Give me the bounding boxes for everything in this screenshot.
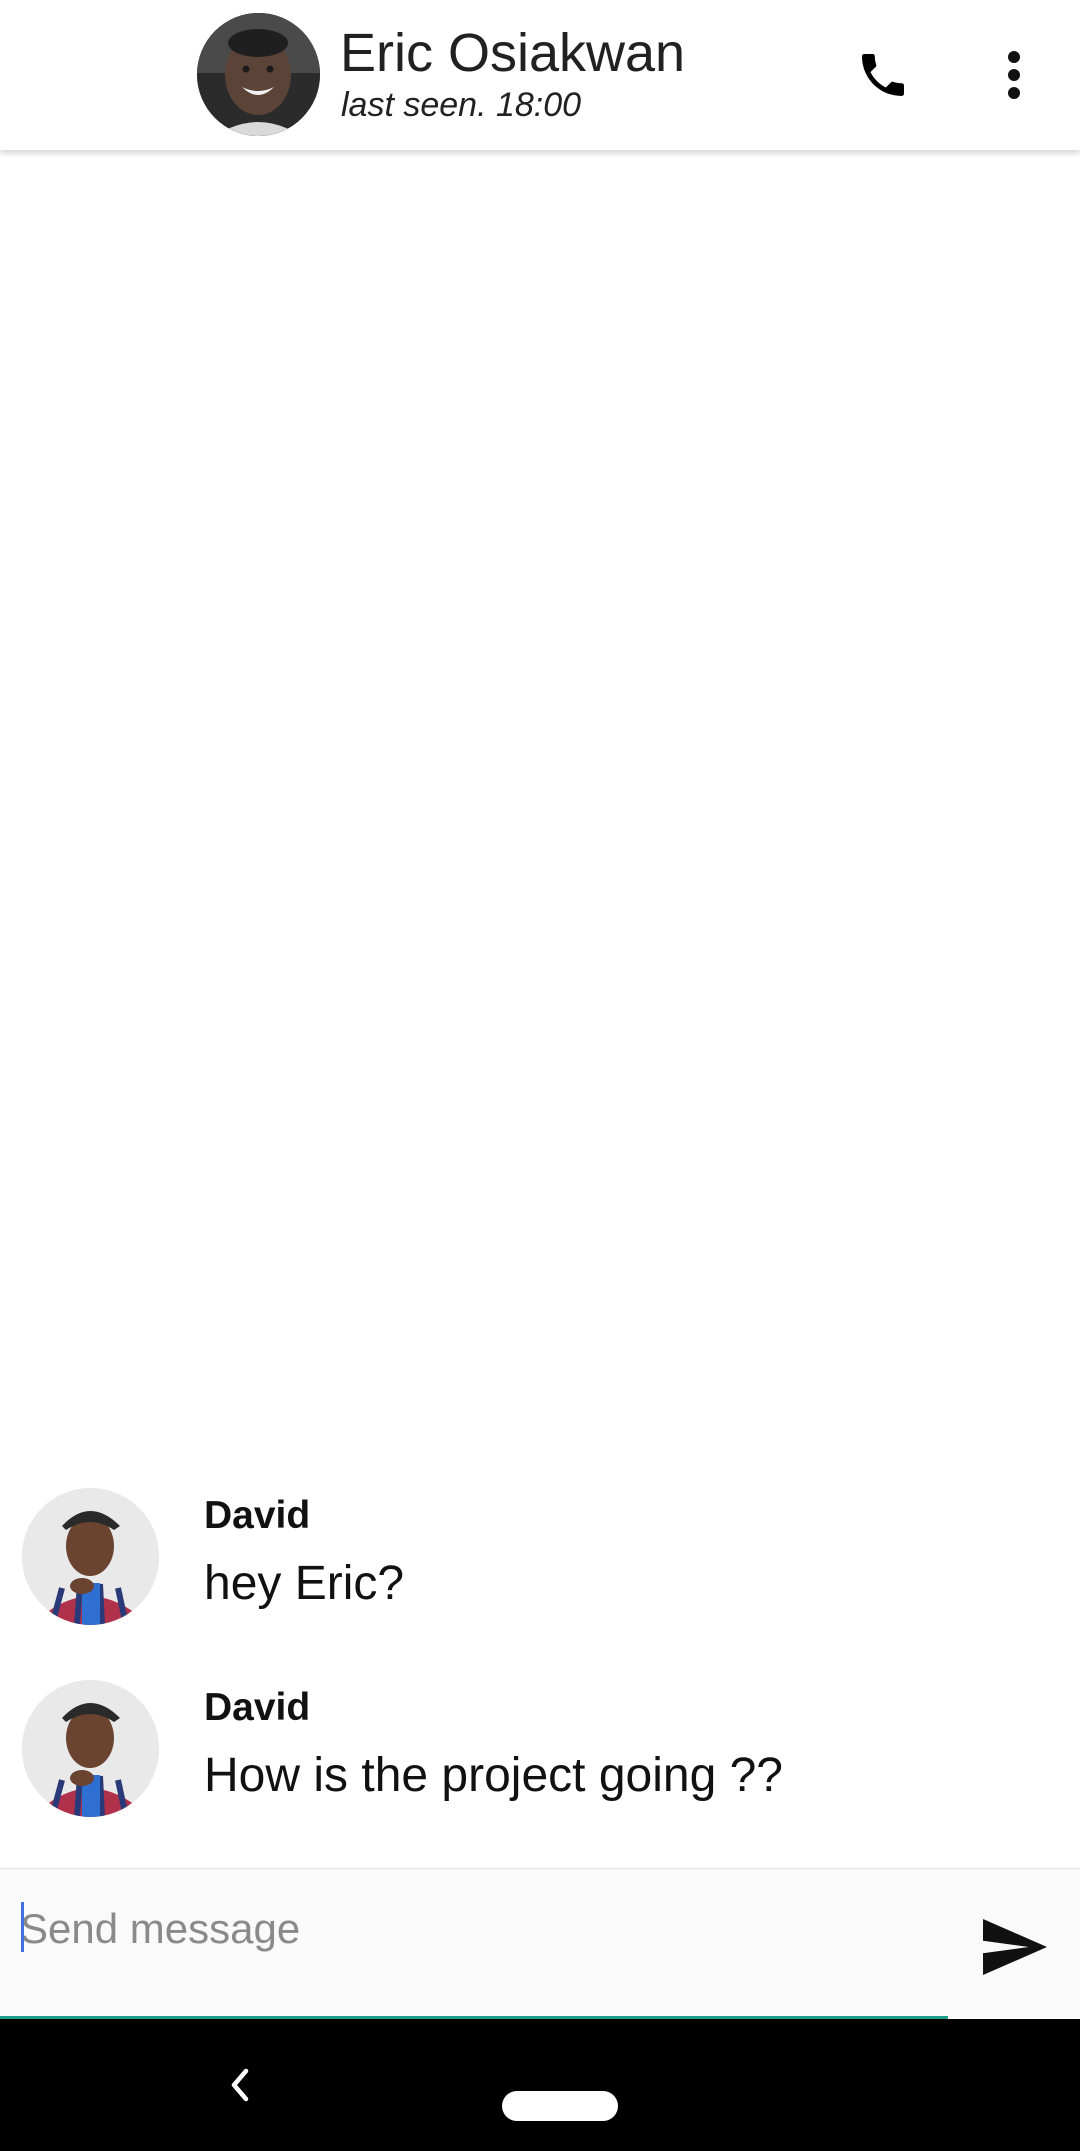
message-item[interactable]: David How is the project going ?? xyxy=(0,1680,1080,1830)
send-message-input[interactable] xyxy=(20,1889,940,1969)
chevron-left-icon xyxy=(231,2068,249,2102)
message-composer xyxy=(0,1868,1080,2018)
message-text: hey Eric? xyxy=(204,1557,405,1610)
send-icon xyxy=(983,1919,1047,1975)
system-nav-bar xyxy=(0,2019,1080,2151)
sender-avatar[interactable] xyxy=(22,1488,159,1625)
contact-avatar[interactable] xyxy=(197,13,320,136)
phone-icon xyxy=(862,54,904,96)
more-options-button[interactable] xyxy=(990,40,1038,110)
sender-avatar-image xyxy=(22,1680,159,1817)
contact-name: Eric Osiakwan xyxy=(340,23,686,83)
message-item[interactable]: David hey Eric? xyxy=(0,1488,1080,1638)
message-sender: David xyxy=(204,1686,311,1729)
last-seen-status: last seen. 18:00 xyxy=(341,86,582,124)
chat-screen: Eric Osiakwan last seen. 18:00 David hey… xyxy=(0,0,1080,2151)
sender-avatar-image xyxy=(22,1488,159,1625)
chat-header: Eric Osiakwan last seen. 18:00 xyxy=(0,0,1080,150)
call-button[interactable] xyxy=(848,40,918,110)
text-cursor xyxy=(21,1902,24,1952)
sender-avatar[interactable] xyxy=(22,1680,159,1817)
more-vert-icon xyxy=(1008,51,1020,99)
message-sender: David xyxy=(204,1494,311,1537)
message-text: How is the project going ?? xyxy=(204,1749,783,1802)
home-pill-icon[interactable] xyxy=(502,2091,618,2121)
contact-avatar-image xyxy=(197,13,320,136)
back-button[interactable] xyxy=(220,2063,260,2107)
send-button[interactable] xyxy=(978,1910,1052,1984)
